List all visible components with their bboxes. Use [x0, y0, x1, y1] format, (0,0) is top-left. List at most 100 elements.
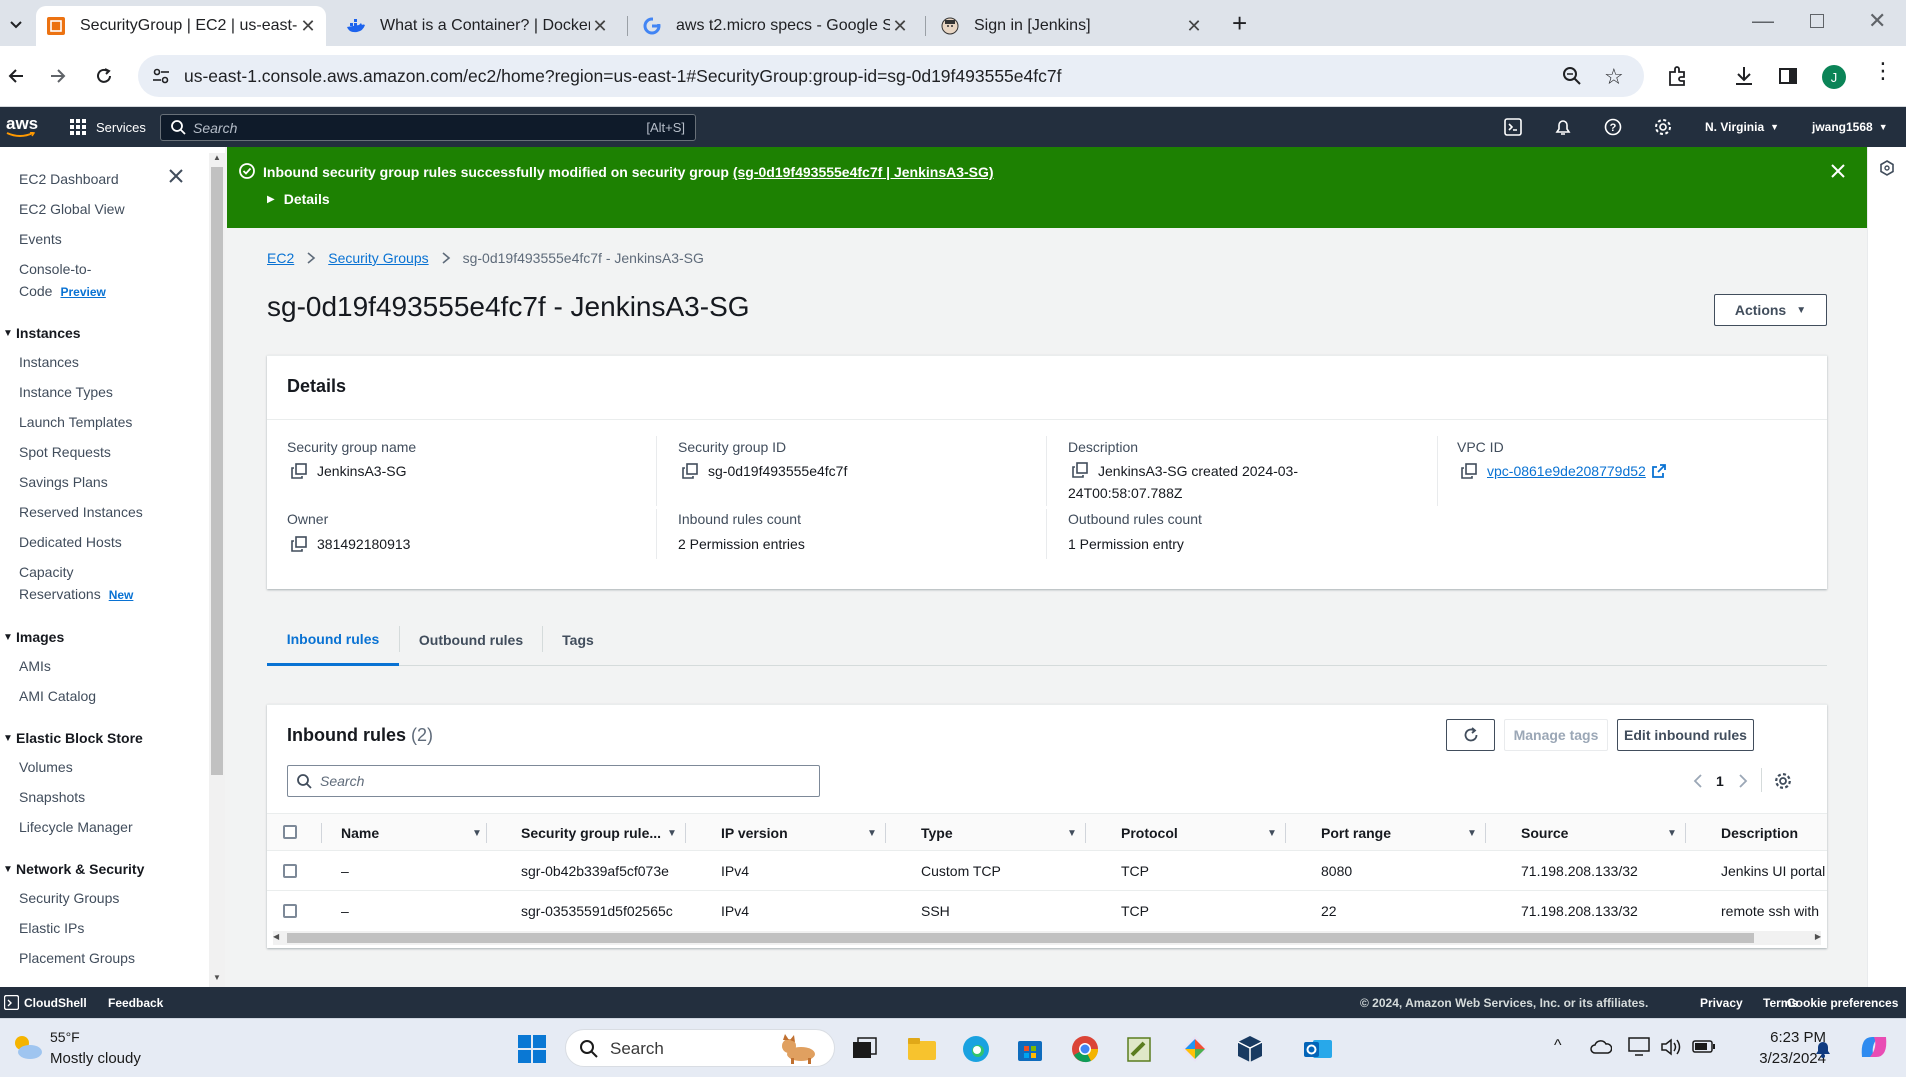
refresh-button[interactable]: [1446, 719, 1495, 751]
close-sidebar-icon[interactable]: [168, 168, 184, 184]
sidebar-item-snapshots[interactable]: Snapshots: [19, 786, 85, 808]
privacy-link[interactable]: Privacy: [1700, 996, 1743, 1010]
tab-inbound-rules[interactable]: Inbound rules: [267, 614, 399, 666]
tab-securitygroup[interactable]: SecurityGroup | EC2 | us-east-1 ✕: [36, 6, 326, 46]
help-icon[interactable]: ?: [1604, 107, 1622, 147]
tab-list-icon[interactable]: [4, 12, 28, 36]
windows-start-icon[interactable]: [512, 1029, 552, 1069]
task-view-icon[interactable]: [845, 1029, 885, 1069]
scroll-left-icon[interactable]: ◀: [273, 932, 279, 941]
info-panel-icon[interactable]: [1879, 160, 1895, 176]
sort-caret-icon[interactable]: ▼: [1067, 814, 1077, 852]
table-preferences-gear-icon[interactable]: [1774, 772, 1792, 790]
actions-button[interactable]: Actions ▼: [1714, 294, 1827, 326]
outlook-icon[interactable]: [1298, 1029, 1338, 1069]
weather-condition[interactable]: Mostly cloudy: [50, 1050, 141, 1067]
volume-icon[interactable]: [1660, 1037, 1682, 1057]
copy-icon[interactable]: [682, 463, 698, 479]
copy-icon[interactable]: [291, 536, 307, 552]
minimize-icon[interactable]: —: [1752, 8, 1774, 34]
sidebar-item-capacity-reservations[interactable]: Capacity Reservations New: [19, 561, 133, 606]
table-horizontal-scrollbar[interactable]: ◀ ▶: [273, 931, 1821, 945]
page-number[interactable]: 1: [1716, 773, 1724, 789]
tab-jenkins[interactable]: Sign in [Jenkins] ✕: [930, 6, 1212, 46]
sort-caret-icon[interactable]: ▼: [1267, 814, 1277, 852]
tab-outbound-rules[interactable]: Outbound rules: [400, 614, 542, 666]
copy-icon[interactable]: [1461, 463, 1477, 479]
sidebar-item-instances[interactable]: Instances: [19, 351, 79, 373]
feedback-link[interactable]: Feedback: [108, 996, 163, 1010]
sidebar-item-spot-requests[interactable]: Spot Requests: [19, 441, 111, 463]
restore-icon[interactable]: [1810, 14, 1824, 28]
tab-docker[interactable]: What is a Container? | Docker ✕: [336, 6, 618, 46]
sidebar-item-launch-templates[interactable]: Launch Templates: [19, 411, 132, 433]
sort-caret-icon[interactable]: ▼: [1667, 814, 1677, 852]
cookie-preferences-link[interactable]: Cookie preferences: [1787, 996, 1898, 1010]
sidebar-section-elastic-block-store[interactable]: ▼ Elastic Block Store: [0, 730, 143, 746]
side-panel-icon[interactable]: [1772, 60, 1804, 92]
region-selector[interactable]: N. Virginia ▼: [1705, 107, 1779, 147]
breadcrumb-ec2[interactable]: EC2: [267, 250, 294, 266]
sidebar-section-images[interactable]: ▼ Images: [0, 629, 64, 645]
dismiss-flash-icon[interactable]: [1831, 164, 1845, 178]
cloudshell-icon[interactable]: [1504, 107, 1522, 147]
clock-date[interactable]: 3/23/2024: [1732, 1050, 1826, 1067]
select-all-checkbox[interactable]: [283, 825, 297, 839]
tab-tags[interactable]: Tags: [543, 614, 613, 666]
cloudshell-icon[interactable]: [4, 995, 19, 1010]
sidebar-item-security-groups[interactable]: Security Groups: [19, 887, 119, 909]
profile-avatar[interactable]: J: [1822, 65, 1846, 89]
new-tab-icon[interactable]: +: [1232, 8, 1247, 39]
scroll-up-icon[interactable]: ▲: [213, 153, 221, 162]
file-explorer-icon[interactable]: [902, 1029, 942, 1069]
column-header-source[interactable]: Source: [1521, 814, 1568, 852]
aws-search-input[interactable]: Search [Alt+S]: [160, 114, 696, 141]
column-header-ip-version[interactable]: IP version: [721, 814, 788, 852]
column-header-type[interactable]: Type: [921, 814, 953, 852]
site-info-icon[interactable]: [152, 67, 170, 85]
window-close-icon[interactable]: ✕: [1868, 8, 1886, 34]
table-scroll-thumb[interactable]: [287, 933, 1754, 943]
account-menu[interactable]: jwang1568 ▼: [1812, 107, 1888, 147]
close-tab-icon[interactable]: ✕: [590, 16, 610, 37]
services-menu[interactable]: Services: [70, 107, 146, 147]
chrome-browser-icon[interactable]: [1065, 1029, 1105, 1069]
sidebar-item-instance-types[interactable]: Instance Types: [19, 381, 113, 403]
close-tab-icon[interactable]: ✕: [298, 16, 318, 37]
sidebar-item-savings-plans[interactable]: Savings Plans: [19, 471, 108, 493]
table-row[interactable]: – sgr-0b42b339af5cf073e IPv4 Custom TCP …: [267, 851, 1827, 891]
sidebar-section-network-security[interactable]: ▼ Network & Security: [0, 861, 144, 877]
table-row[interactable]: – sgr-03535591d5f02565c IPv4 SSH TCP 22 …: [267, 891, 1827, 931]
battery-icon[interactable]: [1692, 1039, 1716, 1055]
sidebar-section-instances[interactable]: ▼ Instances: [0, 325, 81, 341]
sort-caret-icon[interactable]: ▼: [472, 814, 482, 852]
reload-icon[interactable]: [88, 60, 120, 92]
address-bar[interactable]: us-east-1.console.aws.amazon.com/ec2/hom…: [138, 55, 1644, 97]
copilot-icon[interactable]: [1858, 1033, 1890, 1061]
microsoft-store-icon[interactable]: [1010, 1029, 1050, 1069]
vpc-id-link[interactable]: vpc-0861e9de208779d52: [1487, 460, 1646, 482]
forward-icon[interactable]: [42, 60, 74, 92]
row-checkbox[interactable]: [283, 904, 297, 918]
flash-sg-link[interactable]: (sg-0d19f493555e4fc7f | JenkinsA3-SG): [733, 164, 994, 180]
sidebar-scroll-thumb[interactable]: [211, 167, 223, 775]
extensions-icon[interactable]: [1662, 60, 1694, 92]
sidebar-item-elastic-ips[interactable]: Elastic IPs: [19, 917, 84, 939]
column-header-protocol[interactable]: Protocol: [1121, 814, 1178, 852]
sidebar-item-ec2-dashboard[interactable]: EC2 Dashboard: [19, 168, 119, 190]
notifications-bell-icon[interactable]: [1554, 107, 1572, 147]
weather-cloud-icon[interactable]: [10, 1033, 44, 1061]
clock-time[interactable]: 6:23 PM: [1732, 1029, 1826, 1046]
sort-caret-icon[interactable]: ▼: [667, 814, 677, 852]
back-icon[interactable]: [0, 60, 32, 92]
column-header-sg-rule[interactable]: Security group rule...: [521, 814, 661, 852]
tab-google[interactable]: aws t2.micro specs - Google Se ✕: [632, 6, 918, 46]
external-link-icon[interactable]: [1651, 464, 1666, 478]
column-header-description[interactable]: Description: [1721, 814, 1798, 852]
sort-caret-icon[interactable]: ▼: [867, 814, 877, 852]
sidebar-scrollbar[interactable]: ▲ ▼: [209, 153, 225, 987]
copy-icon[interactable]: [1072, 462, 1088, 478]
sidebar-item-volumes[interactable]: Volumes: [19, 756, 73, 778]
onedrive-icon[interactable]: [1590, 1039, 1612, 1055]
chevron-up-icon[interactable]: ^: [1554, 1037, 1562, 1055]
